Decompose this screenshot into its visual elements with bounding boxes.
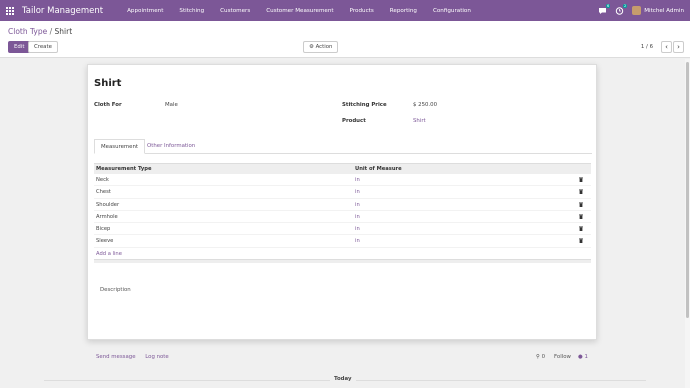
followers-count: 1 (584, 354, 588, 360)
menu-item-stitching[interactable]: Stitching (171, 8, 212, 14)
table-row[interactable]: Bicep in (94, 223, 591, 236)
activity-clock-icon[interactable]: 2 (615, 3, 628, 15)
tab-measurement[interactable]: Measurement (94, 139, 146, 154)
table-row[interactable]: Chest in (94, 186, 591, 199)
table-header: Measurement Type Unit of Measure (94, 163, 591, 174)
trash-icon[interactable] (579, 202, 583, 207)
unit-cell: in (355, 177, 360, 183)
unit-cell: in (355, 189, 360, 196)
cloth-for-label: Cloth For (94, 102, 122, 108)
control-panel: Cloth Type / Shirt Edit Create ⚙ Action … (0, 21, 690, 58)
create-button[interactable]: Create (28, 41, 58, 53)
table-footer (94, 259, 591, 263)
table-row[interactable]: Neck in (94, 174, 591, 187)
trash-icon[interactable] (579, 226, 583, 232)
menu-item-reporting[interactable]: Reporting (382, 8, 425, 14)
menu-item-customers[interactable]: Customers (212, 8, 258, 14)
send-message-button[interactable]: Send message (96, 354, 136, 360)
measurement-type-cell: Shoulder (96, 201, 120, 208)
product-value-link[interactable]: Shirt (413, 118, 426, 124)
attachments-button[interactable]: ⚲ 0 (536, 354, 545, 360)
scrollbar-thumb[interactable] (686, 62, 689, 318)
log-note-button[interactable]: Log note (145, 354, 169, 360)
action-button[interactable]: ⚙ Action (303, 41, 339, 53)
avatar[interactable] (632, 6, 642, 15)
add-line-row: Add a line (94, 248, 591, 260)
measurement-type-cell: Chest (96, 189, 111, 196)
top-navbar: Tailor Management Appointment Stitching … (0, 0, 690, 21)
description-field[interactable]: Description (100, 287, 131, 293)
unit-cell: in (355, 201, 360, 208)
trash-icon[interactable] (579, 189, 583, 195)
trash-icon[interactable] (579, 214, 583, 219)
paperclip-icon: ⚲ (536, 354, 540, 360)
attachments-count: 0 (541, 354, 546, 360)
breadcrumb-separator: / (49, 27, 53, 36)
activity-badge: 2 (622, 3, 628, 8)
trash-icon[interactable] (579, 177, 583, 182)
record-title: Shirt (94, 78, 122, 89)
menu-item-configuration[interactable]: Configuration (425, 8, 479, 14)
product-label: Product (342, 118, 366, 124)
form-sheet: Shirt Cloth For Male Stitching Price $ 2… (87, 64, 597, 340)
menu-item-products[interactable]: Products (342, 8, 382, 14)
measurement-table: Measurement Type Unit of Measure Neck in… (94, 163, 591, 263)
follow-button[interactable]: Follow (554, 354, 571, 360)
measurement-type-cell: Armhole (96, 213, 118, 220)
stitching-price-value[interactable]: $ 250.00 (413, 102, 437, 108)
unit-cell: in (355, 238, 360, 245)
breadcrumb: Cloth Type / Shirt (8, 27, 72, 36)
app-title[interactable]: Tailor Management (22, 6, 103, 16)
breadcrumb-current: Shirt (54, 27, 73, 36)
pager-previous-icon[interactable]: ‹ (661, 41, 672, 53)
chatter-actions: Send message Log note (96, 354, 169, 360)
action-button-label: Action (315, 44, 333, 50)
measurement-type-cell: Sleeve (96, 238, 114, 245)
chat-badge: 6 (605, 3, 611, 8)
main-menu: Appointment Stitching Customers Customer… (119, 8, 479, 14)
tab-other-information[interactable]: Other Information (141, 139, 201, 154)
notebook-tabs: Measurement Other Information (94, 139, 592, 154)
menu-item-customer-measurement[interactable]: Customer Measurement (258, 8, 341, 14)
gear-icon: ⚙ (309, 44, 314, 50)
add-a-line-link[interactable]: Add a line (96, 251, 122, 257)
unit-cell: in (355, 213, 360, 220)
apps-menu-icon[interactable] (6, 6, 14, 15)
navbar-right: 6 2 Mitchel Admin (598, 0, 690, 21)
unit-cell: in (355, 226, 360, 233)
column-header-measurement-type[interactable]: Measurement Type (96, 166, 151, 172)
user-name[interactable]: Mitchel Admin (644, 8, 684, 14)
cloth-for-value[interactable]: Male (165, 102, 178, 108)
table-row[interactable]: Sleeve in (94, 235, 591, 248)
trash-icon[interactable] (579, 238, 583, 244)
stitching-price-label: Stitching Price (342, 102, 387, 108)
table-row[interactable]: Shoulder in (94, 199, 591, 211)
followers-button[interactable]: ● 1 (578, 354, 588, 360)
pager-next-icon[interactable]: › (673, 41, 684, 53)
pager-value[interactable]: 1 / 6 (641, 44, 653, 50)
user-icon: ● (578, 354, 583, 360)
table-row[interactable]: Armhole in (94, 211, 591, 224)
today-separator: Today (0, 376, 690, 386)
measurement-type-cell: Bicep (96, 226, 111, 233)
breadcrumb-parent[interactable]: Cloth Type (8, 27, 47, 36)
column-header-unit-of-measure[interactable]: Unit of Measure (355, 166, 402, 172)
measurement-type-cell: Neck (96, 177, 109, 183)
chat-icon[interactable]: 6 (598, 3, 611, 15)
today-label: Today (330, 376, 356, 382)
menu-item-appointment[interactable]: Appointment (119, 8, 171, 14)
